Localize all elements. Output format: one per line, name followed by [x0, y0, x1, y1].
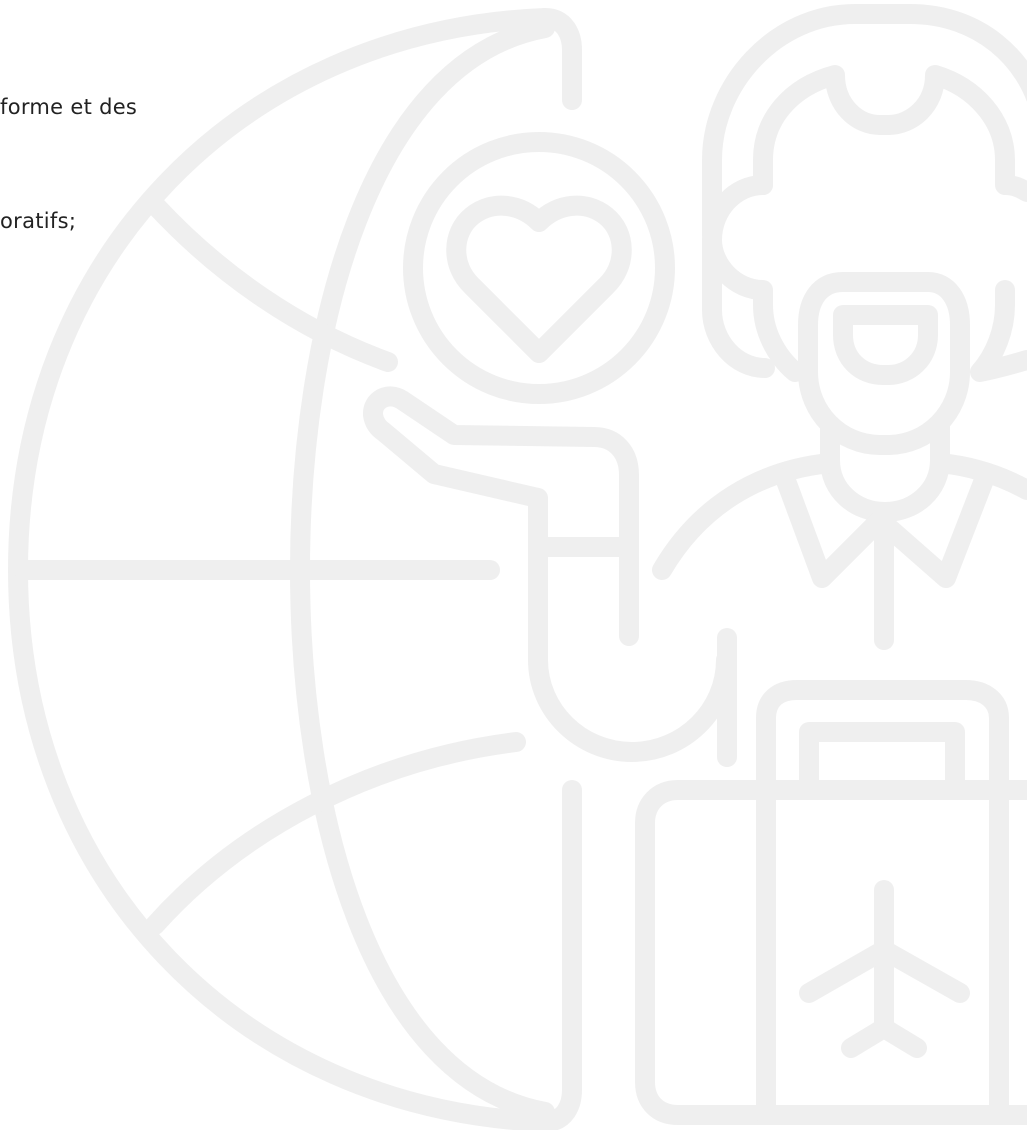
body-text-line-2: oratifs; — [0, 209, 77, 233]
body-text-fragment: forme et des oratifs; — [0, 12, 137, 278]
body-text-line-1: forme et des — [0, 95, 138, 119]
travel-illustration — [0, 0, 1027, 1130]
heart-bubble-icon — [403, 132, 675, 404]
traveler-icon — [652, 4, 1027, 650]
airplane-icon — [799, 880, 970, 1058]
suitcase-icon — [635, 680, 1027, 1125]
